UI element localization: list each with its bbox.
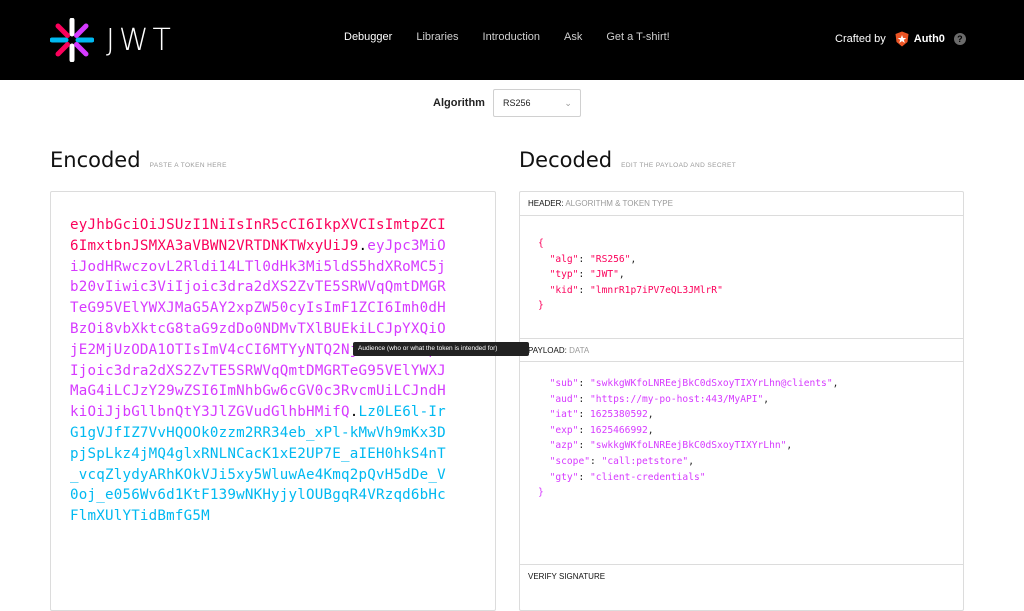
algorithm-select[interactable]: RS256 ⌄ [492, 89, 581, 117]
payload-json-line: "sub": "swkkgWKfoLNREejBkC0dSxoyTIXYrLhn… [549, 378, 839, 389]
header-json-value: "JWT" [590, 269, 619, 281]
payload-section-sub: DATA [569, 346, 590, 355]
payload-json-value: "swkkgWKfoLNREejBkC0dSxoyTIXYrLhn" [590, 440, 787, 452]
header-section-sub: ALGORITHM & TOKEN TYPE [565, 199, 673, 208]
payload-json-key: "aud" [549, 393, 579, 405]
jwt-logo[interactable]: JWT [50, 18, 175, 62]
crafted-by-auth0[interactable]: Crafted by Auth0 ? [835, 31, 966, 47]
verify-signature-section-title[interactable]: VERIFY SIGNATURE [520, 564, 963, 588]
help-icon[interactable]: ? [953, 33, 966, 45]
header-json-line: "alg": "RS256", [549, 253, 637, 265]
json-open-brace: { [538, 238, 544, 249]
nav-introduction[interactable]: Introduction [483, 31, 540, 43]
payload-json-value: "https://my-po-host:443/MyAPI" [590, 393, 764, 405]
token-dot-1: . [358, 237, 368, 254]
payload-json-line: "exp": 1625466992, [549, 424, 654, 436]
payload-json-line: "iat": 1625380592, [549, 409, 654, 421]
payload-json-key: "gty" [549, 471, 579, 483]
payload-json-key: "exp" [549, 424, 579, 436]
header-json-key: "typ" [549, 269, 579, 281]
payload-json-key: "sub" [549, 378, 579, 389]
main-nav: Debugger Libraries Introduction Ask Get … [344, 31, 694, 43]
payload-json-value: 1625466992 [590, 424, 648, 436]
nav-debugger[interactable]: Debugger [344, 31, 392, 43]
token-signature-part: Lz0LE6l-IrG1gVJfIZ7VvHQOOk0zzm2RR34eb_xP… [70, 404, 446, 525]
header-json-line: "typ": "JWT", [549, 269, 625, 281]
payload-json-value: "client-credentials" [590, 471, 706, 483]
logo-text: JWT [106, 22, 175, 58]
payload-json-key: "azp" [549, 440, 579, 452]
payload-json-value: "swkkgWKfoLNREejBkC0dSxoyTIXYrLhn@client… [590, 378, 833, 389]
decoded-heading: Decoded EDIT THE PAYLOAD AND SECRET [519, 148, 736, 172]
header-section-title[interactable]: HEADER: ALGORITHM & TOKEN TYPE [520, 192, 963, 216]
aud-tooltip: Audience (who or what the token is inten… [353, 342, 529, 356]
decoded-title: Decoded [519, 148, 613, 172]
crafted-label: Crafted by [835, 33, 886, 45]
json-close-brace: } [538, 300, 544, 312]
top-navigation-bar: JWT Debugger Libraries Introduction Ask … [0, 0, 1024, 80]
decoded-panel: HEADER: ALGORITHM & TOKEN TYPE { "alg": … [519, 191, 964, 611]
header-json-editor[interactable]: { "alg": "RS256", "typ": "JWT", "kid": "… [538, 236, 723, 314]
token-payload-part: eyJpc3MiOiJodHRwczovL2Rldi14LTl0dHk3Mi5l… [70, 237, 446, 421]
payload-section-title[interactable]: PAYLOAD: DATA [520, 338, 963, 362]
payload-json-line: "aud": "https://my-po-host:443/MyAPI", [549, 393, 770, 405]
payload-section-label: PAYLOAD: [528, 346, 567, 355]
auth0-label: Auth0 [913, 33, 945, 45]
nav-get-tshirt[interactable]: Get a T-shirt! [606, 31, 669, 43]
json-close-brace: } [538, 487, 544, 499]
nav-libraries[interactable]: Libraries [416, 31, 458, 43]
encoded-token[interactable]: eyJhbGciOiJSUzI1NiIsInR5cCI6IkpXVCIsImtp… [70, 215, 450, 527]
algorithm-label: Algorithm [433, 97, 485, 109]
payload-json-editor[interactable]: "sub": "swkkgWKfoLNREejBkC0dSxoyTIXYrLhn… [538, 376, 838, 501]
header-json-value: "lmnrR1p7iPV7eQL3JMlrR" [590, 284, 723, 296]
payload-json-key: "iat" [549, 409, 579, 421]
payload-json-value: "call:petstore" [601, 455, 689, 467]
header-json-key: "alg" [549, 253, 579, 265]
jwt-logo-icon [50, 18, 94, 62]
header-section-label: HEADER: [528, 199, 564, 208]
header-json-value: "RS256" [590, 253, 631, 265]
payload-json-value: 1625380592 [590, 409, 648, 421]
payload-json-key: "scope" [549, 455, 590, 467]
algorithm-selected-value: RS256 [502, 98, 531, 108]
header-json-line: "kid": "lmnrR1p7iPV7eQL3JMlrR" [549, 284, 723, 296]
nav-ask[interactable]: Ask [564, 31, 582, 43]
encoded-title: Encoded [50, 148, 141, 172]
payload-json-line: "gty": "client-credentials" [549, 471, 706, 483]
header-json-key: "kid" [549, 284, 579, 296]
encoded-token-textarea[interactable]: eyJhbGciOiJSUzI1NiIsInR5cCI6IkpXVCIsImtp… [50, 191, 496, 611]
payload-json-line: "azp": "swkkgWKfoLNREejBkC0dSxoyTIXYrLhn… [549, 440, 793, 452]
chevron-down-icon: ⌄ [564, 98, 572, 108]
algorithm-row: Algorithm RS256 ⌄ [433, 89, 581, 117]
auth0-shield-icon [895, 31, 909, 47]
verify-section-label: VERIFY SIGNATURE [528, 572, 606, 581]
encoded-heading: Encoded PASTE A TOKEN HERE [50, 148, 227, 172]
decoded-hint: EDIT THE PAYLOAD AND SECRET [621, 162, 737, 169]
encoded-hint: PASTE A TOKEN HERE [149, 162, 227, 169]
payload-json-line: "scope": "call:petstore", [549, 455, 694, 467]
